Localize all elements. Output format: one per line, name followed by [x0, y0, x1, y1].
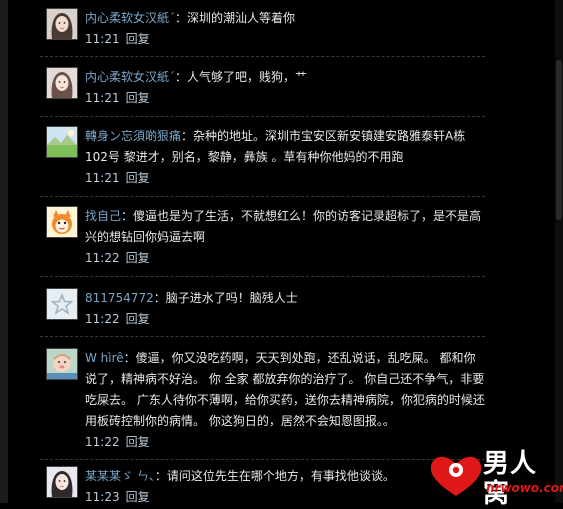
reply-link[interactable]: 回复 — [126, 312, 150, 326]
comment-time: 11:21 — [85, 91, 120, 105]
comment-username[interactable]: 内心柔软女汉紙ˊ — [85, 70, 175, 84]
landscape-icon — [47, 127, 77, 157]
comment-time: 11:22 — [85, 435, 120, 449]
comment-text: ：请问这位先生在哪个地方，有事找他谈谈。 — [154, 469, 395, 483]
comment-time: 11:21 — [85, 171, 120, 185]
comment-meta: 11:22 回复 — [85, 248, 485, 269]
user-avatar[interactable] — [46, 288, 78, 320]
star-icon — [47, 289, 77, 319]
reply-link[interactable]: 回复 — [126, 251, 150, 265]
heart-mascot-icon — [430, 456, 482, 496]
watermark-brand: 男人窝 — [483, 449, 538, 509]
comment-username[interactable]: W hìrê — [85, 351, 124, 365]
comment-username[interactable]: 内心柔软女汉紙ˊ — [85, 11, 175, 25]
user-avatar[interactable] — [46, 8, 78, 40]
comment-text: ：傻逼，你又没吃药啊，天天到处跑，还乱说话，乱吃屎。 都和你说了，精神病不好治。… — [85, 351, 485, 428]
comment-text: ：人气够了吧，贱狗，艹 — [175, 70, 308, 84]
comment-time: 11:22 — [85, 251, 120, 265]
comment-username[interactable]: 轉身ン忘須啲狠痛 — [85, 129, 181, 143]
comment-divider — [40, 196, 485, 197]
user-avatar[interactable] — [46, 206, 78, 238]
comment-text: ：脑子进水了吗！脑残人士 — [153, 291, 298, 305]
user-avatar[interactable] — [46, 466, 78, 498]
comment-text: ：傻逼也是为了生活，不就想红么！你的访客记录超标了，是不是高兴的想钻回你妈逼去啊 — [85, 209, 482, 244]
scrollbar[interactable] — [555, 0, 563, 503]
comment-item: 轉身ン忘須啲狠痛：杂种的地址。深圳市宝安区新安镇建安路雅泰轩A栋102号 黎进才… — [40, 126, 485, 189]
scrollbar-thumb[interactable] — [556, 60, 562, 220]
comment-meta: 11:21 回复 — [85, 168, 485, 189]
reply-link[interactable]: 回复 — [126, 435, 150, 449]
comment-divider — [40, 116, 485, 117]
comment-text: ：深圳的潮汕人等着你 — [175, 11, 296, 25]
comment-time: 11:21 — [85, 32, 120, 46]
girl-portrait-icon — [47, 9, 77, 39]
comment-item: 内心柔软女汉紙ˊ：人气够了吧，贱狗，艹 11:21 回复 — [40, 67, 485, 109]
user-avatar[interactable] — [46, 126, 78, 158]
comment-item: W hìrê：傻逼，你又没吃药啊，天天到处跑，还乱说话，乱吃屎。 都和你说了，精… — [40, 348, 485, 453]
comment-item: 找自己：傻逼也是为了生活，不就想红么！你的访客记录超标了，是不是高兴的想钻回你妈… — [40, 206, 485, 269]
comment-divider — [40, 56, 485, 57]
baby-photo-icon — [47, 349, 77, 379]
girl-portrait-icon — [47, 467, 77, 497]
comment-item: 内心柔软女汉紙ˊ：深圳的潮汕人等着你 11:21 回复 — [40, 8, 485, 50]
comment-meta: 11:22 回复 — [85, 309, 485, 330]
comment-item: 811754772：脑子进水了吗！脑残人士 11:22 回复 — [40, 288, 485, 330]
comment-divider — [40, 276, 485, 277]
cartoon-icon — [47, 207, 77, 237]
reply-link[interactable]: 回复 — [126, 32, 150, 46]
comment-meta: 11:21 回复 — [85, 88, 485, 109]
user-avatar[interactable] — [46, 67, 78, 99]
comment-item: 某某某ゞ ㄣ、：请问这位先生在哪个地方，有事找他谈谈。 11:23 回复 — [40, 466, 485, 508]
comment-divider — [40, 459, 485, 460]
comment-divider — [40, 336, 485, 337]
reply-link[interactable]: 回复 — [126, 171, 150, 185]
comment-username[interactable]: 811754772 — [85, 291, 154, 305]
reply-link[interactable]: 回复 — [126, 91, 150, 105]
left-edge-strip — [0, 0, 8, 503]
girl-portrait-icon — [47, 68, 77, 98]
comment-meta: 11:21 回复 — [85, 29, 485, 50]
watermark-url: nrwowo.com — [486, 481, 563, 495]
comment-time: 11:22 — [85, 312, 120, 326]
user-avatar[interactable] — [46, 348, 78, 380]
comment-time: 11:23 — [85, 490, 120, 504]
comment-username[interactable]: 找自己 — [85, 209, 121, 223]
comment-username[interactable]: 某某某ゞ ㄣ、 — [85, 469, 155, 483]
reply-link[interactable]: 回复 — [126, 490, 150, 504]
